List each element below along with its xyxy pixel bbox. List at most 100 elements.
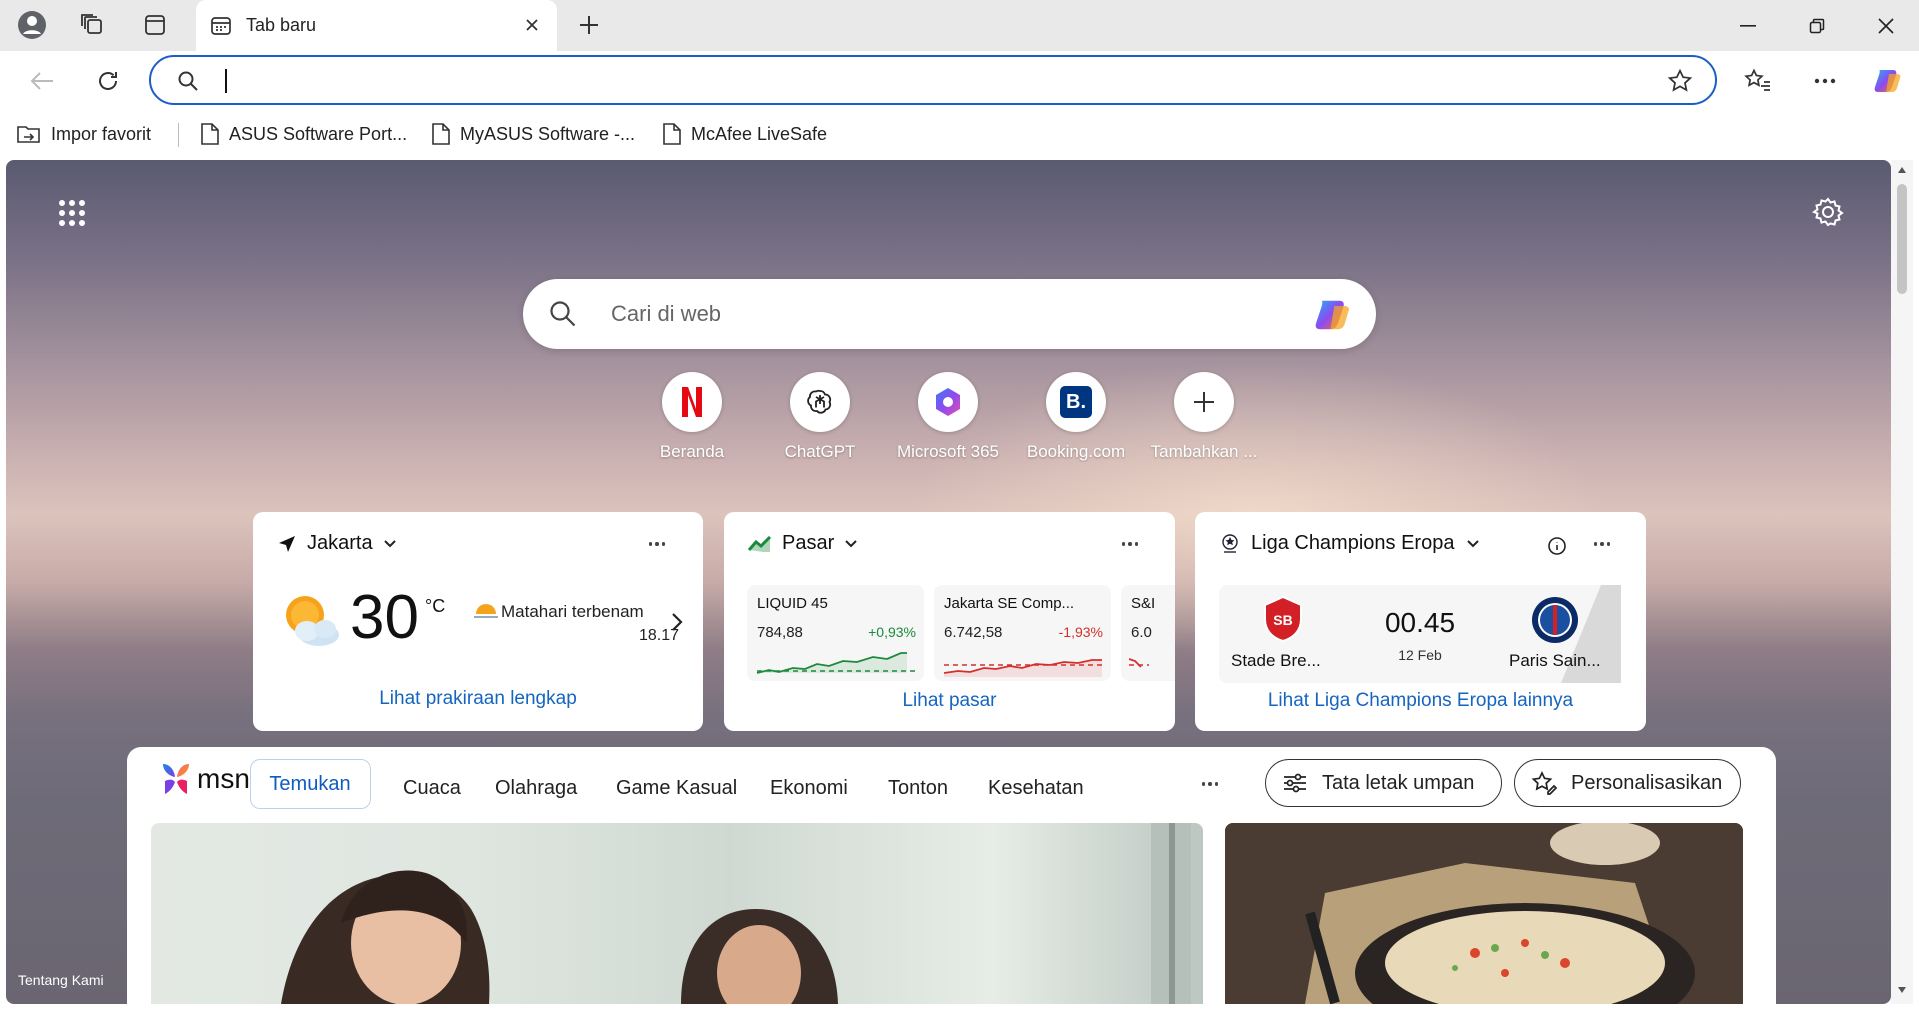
feed-layout-label: Tata letak umpan bbox=[1322, 771, 1475, 794]
bookmark-myasus-software[interactable]: MyASUS Software -... bbox=[431, 119, 635, 149]
web-search-box[interactable]: Cari di web bbox=[523, 279, 1376, 349]
article-photo-food bbox=[1225, 823, 1743, 1004]
market-item-change: -1,93% bbox=[1058, 624, 1103, 640]
quick-link-add[interactable]: Tambahkan ... bbox=[1140, 372, 1268, 462]
feed-layout-button[interactable]: Tata letak umpan bbox=[1265, 759, 1502, 807]
navigation-bar bbox=[0, 51, 1919, 109]
feed-article-image-food[interactable] bbox=[1225, 823, 1743, 1004]
favorites-list-icon[interactable] bbox=[1738, 61, 1778, 101]
feed-tab-game-kasual[interactable]: Game Kasual bbox=[616, 777, 737, 800]
netflix-icon bbox=[662, 372, 722, 432]
quick-link-microsoft-365[interactable]: Microsoft 365 bbox=[884, 372, 1012, 462]
more-options-icon[interactable] bbox=[1805, 61, 1845, 101]
away-team: Paris Sain... bbox=[1509, 651, 1601, 670]
search-placeholder: Cari di web bbox=[611, 301, 722, 326]
msn-logo[interactable]: msn bbox=[159, 761, 250, 797]
sunset-time: 18.17 bbox=[638, 627, 679, 644]
weather-more-icon[interactable] bbox=[642, 534, 672, 554]
tab-actions-icon[interactable] bbox=[137, 8, 173, 42]
scroll-down-arrow-icon[interactable] bbox=[1897, 986, 1907, 994]
weather-forecast-link[interactable]: Lihat prakiraan lengkap bbox=[253, 688, 703, 710]
feed-tab-temukan[interactable]: Temukan bbox=[250, 759, 371, 809]
new-tab-plus-icon[interactable] bbox=[571, 8, 607, 42]
copilot-icon[interactable] bbox=[1868, 61, 1908, 101]
info-icon[interactable] bbox=[1547, 536, 1567, 561]
market-item-jakarta-composite[interactable]: Jakarta SE Comp... 6.742,58 -1,93% bbox=[934, 585, 1111, 681]
market-more-icon[interactable] bbox=[1115, 534, 1145, 554]
sports-link[interactable]: Lihat Liga Champions Eropa lainnya bbox=[1195, 690, 1646, 712]
title-bar: Tab baru bbox=[0, 0, 1919, 51]
workspaces-icon[interactable] bbox=[75, 8, 111, 42]
market-item-name: S&I bbox=[1131, 595, 1156, 612]
bookmark-import-favorites[interactable]: Impor favorit bbox=[16, 119, 151, 149]
sports-more-icon[interactable] bbox=[1587, 534, 1617, 554]
app-launcher-icon[interactable] bbox=[58, 199, 86, 232]
feed-tab-olahraga[interactable]: Olahraga bbox=[495, 777, 577, 800]
star-edit-icon bbox=[1531, 771, 1557, 795]
booking-icon: B. bbox=[1046, 372, 1106, 432]
weather-location-selector[interactable]: Jakarta bbox=[277, 532, 397, 555]
favorite-star-icon[interactable] bbox=[1667, 68, 1693, 99]
market-selector[interactable]: Pasar bbox=[748, 532, 858, 555]
chevron-right-icon[interactable] bbox=[671, 612, 683, 637]
bookmark-mcafee-livesafe[interactable]: McAfee LiveSafe bbox=[662, 119, 827, 149]
address-bar[interactable] bbox=[149, 55, 1717, 105]
article-photo-family bbox=[281, 823, 1191, 1004]
personalize-label: Personalisasikan bbox=[1571, 771, 1723, 794]
feed-more-tabs-icon[interactable] bbox=[1195, 774, 1225, 794]
temperature-unit: °C bbox=[425, 596, 446, 616]
weather-card: Jakarta 30 °C Matahari terbenam 18.17 Li… bbox=[253, 512, 703, 731]
quick-link-beranda[interactable]: Beranda bbox=[628, 372, 756, 462]
feed-tab-cuaca[interactable]: Cuaca bbox=[403, 777, 461, 800]
copilot-icon[interactable] bbox=[1311, 293, 1355, 342]
profile-avatar-icon[interactable] bbox=[14, 8, 50, 42]
bookmark-label: ASUS Software Port... bbox=[229, 123, 408, 144]
quick-link-label: Beranda bbox=[659, 442, 725, 461]
market-item-name: LIQUID 45 bbox=[757, 595, 828, 612]
market-trend-icon bbox=[748, 535, 772, 552]
quick-link-label: ChatGPT bbox=[784, 442, 856, 461]
page-icon bbox=[201, 123, 219, 145]
scrollbar-thumb[interactable] bbox=[1897, 184, 1907, 294]
msn-brand: msn bbox=[197, 763, 250, 794]
minimize-icon[interactable] bbox=[1716, 0, 1780, 51]
quick-link-chatgpt[interactable]: ChatGPT bbox=[756, 372, 884, 462]
feed-tab-ekonomi[interactable]: Ekonomi bbox=[770, 777, 848, 800]
feed-tab-label: Temukan bbox=[269, 773, 351, 795]
market-item-change: +0,93% bbox=[868, 624, 916, 640]
refresh-icon[interactable] bbox=[88, 61, 128, 101]
import-folder-icon bbox=[17, 126, 40, 143]
market-item-sp[interactable]: S&I 6.0 bbox=[1121, 585, 1175, 681]
back-arrow-icon[interactable] bbox=[22, 61, 62, 101]
restore-icon[interactable] bbox=[1785, 0, 1849, 51]
chevron-down-icon bbox=[1467, 539, 1480, 547]
page-scrollbar[interactable] bbox=[1891, 160, 1913, 1004]
location-arrow-icon bbox=[279, 535, 295, 552]
bookmark-label: Impor favorit bbox=[51, 123, 152, 144]
personalize-button[interactable]: Personalisasikan bbox=[1514, 759, 1741, 807]
match-card[interactable]: SB Stade Bre... 00.45 12 Feb Paris Sain.… bbox=[1219, 585, 1621, 683]
tab-new-tab[interactable]: Tab baru bbox=[196, 0, 557, 51]
market-sparkline-up bbox=[756, 652, 915, 674]
bookmark-label: MyASUS Software -... bbox=[460, 123, 636, 144]
market-sparkline-down bbox=[1129, 658, 1149, 668]
sports-league-selector[interactable]: Liga Champions Eropa bbox=[1219, 532, 1480, 555]
close-tab-icon[interactable] bbox=[519, 12, 545, 38]
quick-link-label: Microsoft 365 bbox=[896, 442, 1000, 461]
search-icon bbox=[177, 70, 199, 97]
market-link[interactable]: Lihat pasar bbox=[724, 690, 1175, 712]
page-settings-gear-icon[interactable] bbox=[1811, 196, 1844, 233]
quick-link-booking[interactable]: B. Booking.com bbox=[1012, 372, 1140, 462]
feed-tab-tonton[interactable]: Tonton bbox=[888, 777, 948, 800]
about-us-link[interactable]: Tentang Kami bbox=[18, 972, 104, 988]
sunset-label: Matahari terbenam bbox=[501, 602, 644, 621]
market-card: Pasar LIQUID 45 784,88 +0,93% Jakarta SE… bbox=[724, 512, 1175, 731]
close-window-icon[interactable] bbox=[1854, 0, 1918, 51]
champions-league-icon bbox=[1222, 533, 1238, 553]
feed-article-image-main[interactable] bbox=[151, 823, 1203, 1004]
partly-cloudy-icon bbox=[275, 587, 345, 656]
market-item-liquid45[interactable]: LIQUID 45 784,88 +0,93% bbox=[747, 585, 924, 681]
bookmark-asus-software-portal[interactable]: ASUS Software Port... bbox=[200, 119, 407, 149]
scroll-up-arrow-icon[interactable] bbox=[1897, 166, 1907, 174]
feed-tab-kesehatan[interactable]: Kesehatan bbox=[988, 777, 1084, 800]
